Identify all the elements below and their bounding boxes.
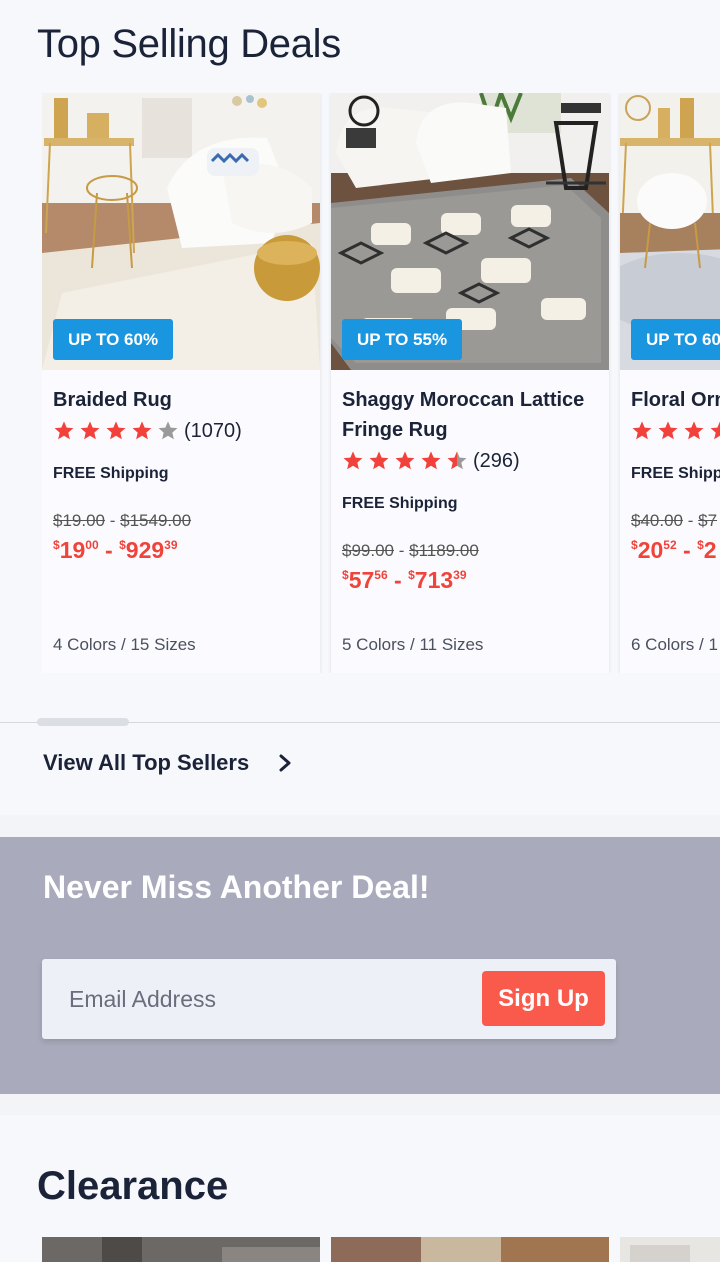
- product-options: 6 Colors / 1: [631, 635, 718, 654]
- price-separator: -: [105, 537, 113, 563]
- product-name[interactable]: Braided Rug: [53, 385, 312, 415]
- star-icon: [343, 451, 363, 470]
- price-separator: -: [687, 511, 694, 530]
- carousel-scroll-thumb[interactable]: [37, 718, 129, 726]
- price-low-cents: 00: [85, 538, 99, 552]
- original-price-low: $40.00: [631, 511, 683, 530]
- free-shipping-label: FREE Shipp: [631, 465, 720, 482]
- price-separator: -: [398, 541, 405, 560]
- price-high-dollars: 713: [414, 567, 454, 593]
- newsletter-section: Never Miss Another Deal! Sign Up: [0, 837, 720, 1094]
- currency-symbol: $: [119, 538, 126, 552]
- product-image[interactable]: UP TO 55%: [331, 93, 609, 370]
- currency-symbol: $: [697, 538, 704, 552]
- price-separator: -: [109, 511, 116, 530]
- star-icon: [632, 421, 652, 440]
- star-icon: [132, 421, 152, 440]
- free-shipping-label: FREE Shipping: [342, 495, 458, 512]
- product-options: 5 Colors / 11 Sizes: [342, 635, 484, 654]
- section-title: Clearance: [37, 1164, 229, 1208]
- view-all-label: View All Top Sellers: [43, 750, 250, 775]
- sign-up-button[interactable]: Sign Up: [482, 971, 605, 1026]
- star-icon: [369, 451, 389, 470]
- original-price-high: $1189.00: [409, 541, 479, 560]
- price-low-dollars: 20: [637, 537, 664, 563]
- original-price-high: $1549.00: [120, 511, 192, 530]
- star-icon: [421, 451, 441, 470]
- product-card[interactable]: UP TO 55% Shaggy Moroccan Lattice Fringe…: [331, 93, 609, 673]
- star-icon: [106, 421, 126, 440]
- price-low-dollars: 57: [348, 567, 375, 593]
- product-rating: (296): [342, 445, 601, 477]
- price-low-dollars: 19: [59, 537, 86, 563]
- star-icon: [80, 421, 100, 440]
- chevron-right-icon: [279, 754, 291, 772]
- clearance-product-image[interactable]: [331, 1237, 609, 1262]
- view-all-top-sellers-link[interactable]: View All Top Sellers: [43, 750, 293, 776]
- discount-badge: UP TO 55%: [342, 319, 463, 360]
- sale-price-range: $1900 - $92939: [53, 537, 312, 564]
- price-high-dollars: 2: [703, 537, 717, 563]
- star-icon: [684, 421, 704, 440]
- product-name[interactable]: Floral Orn: [631, 385, 720, 415]
- star-rating-icon: [631, 420, 720, 442]
- sale-price-range: $5756 - $71339: [342, 567, 601, 594]
- star-icon: [710, 421, 720, 440]
- product-info: Shaggy Moroccan Lattice Fringe Rug (296)…: [342, 385, 601, 594]
- star-icon: [395, 451, 415, 470]
- product-image[interactable]: UP TO 60: [620, 93, 720, 370]
- price-high-dollars: 929: [125, 537, 165, 563]
- star-icon: [54, 421, 74, 440]
- newsletter-title: Never Miss Another Deal!: [43, 869, 430, 905]
- discount-badge: UP TO 60%: [53, 319, 174, 360]
- original-price-range: $40.00 - $7: [631, 511, 720, 533]
- top-selling-section: Top Selling Deals UP TO 60% Braided Rug …: [0, 0, 720, 815]
- section-title: Top Selling Deals: [37, 22, 341, 66]
- product-rating: [631, 415, 720, 447]
- original-price-low: $99.00: [342, 541, 394, 560]
- newsletter-form: Sign Up: [42, 959, 616, 1039]
- product-carousel[interactable]: UP TO 60% Braided Rug (1070) FREE Shippi…: [42, 93, 720, 673]
- price-separator: -: [683, 537, 691, 563]
- clearance-carousel[interactable]: [42, 1237, 720, 1262]
- price-low-cents: 52: [663, 538, 677, 552]
- review-count[interactable]: (296): [473, 450, 520, 473]
- product-name[interactable]: Shaggy Moroccan Lattice Fringe Rug: [342, 385, 601, 445]
- original-price-range: $19.00 - $1549.00: [53, 511, 312, 533]
- product-card[interactable]: UP TO 60 Floral Orn FREE Shipp $40.00 - …: [620, 93, 720, 673]
- product-info: Floral Orn FREE Shipp $40.00 - $7 $2052 …: [631, 385, 720, 564]
- original-price-low: $19.00: [53, 511, 105, 530]
- clearance-product-image[interactable]: [42, 1237, 320, 1262]
- product-info: Braided Rug (1070) FREE Shipping $19.00 …: [53, 385, 312, 564]
- star-icon: [158, 421, 178, 440]
- product-options: 4 Colors / 15 Sizes: [53, 635, 196, 654]
- original-price-high: $7: [698, 511, 718, 530]
- price-high-cents: 39: [164, 538, 178, 552]
- star-rating-icon: [342, 450, 472, 472]
- currency-symbol: $: [631, 538, 638, 552]
- clearance-section: Clearance: [0, 1115, 720, 1262]
- free-shipping-label: FREE Shipping: [53, 465, 169, 482]
- currency-symbol: $: [408, 568, 415, 582]
- clearance-product-image[interactable]: [620, 1237, 720, 1262]
- star-rating-icon: [53, 420, 183, 442]
- price-low-cents: 56: [374, 568, 388, 582]
- price-high-cents: 39: [453, 568, 467, 582]
- product-rating: (1070): [53, 415, 312, 447]
- product-card[interactable]: UP TO 60% Braided Rug (1070) FREE Shippi…: [42, 93, 320, 673]
- email-input[interactable]: [42, 959, 472, 1039]
- star-icon: [447, 451, 467, 470]
- currency-symbol: $: [53, 538, 60, 552]
- original-price-range: $99.00 - $1189.00: [342, 541, 601, 563]
- discount-badge: UP TO 60: [631, 319, 720, 360]
- review-count[interactable]: (1070): [184, 420, 242, 443]
- currency-symbol: $: [342, 568, 349, 582]
- star-icon: [658, 421, 678, 440]
- price-separator: -: [394, 567, 402, 593]
- sale-price-range: $2052 - $2: [631, 537, 720, 564]
- product-image[interactable]: UP TO 60%: [42, 93, 320, 370]
